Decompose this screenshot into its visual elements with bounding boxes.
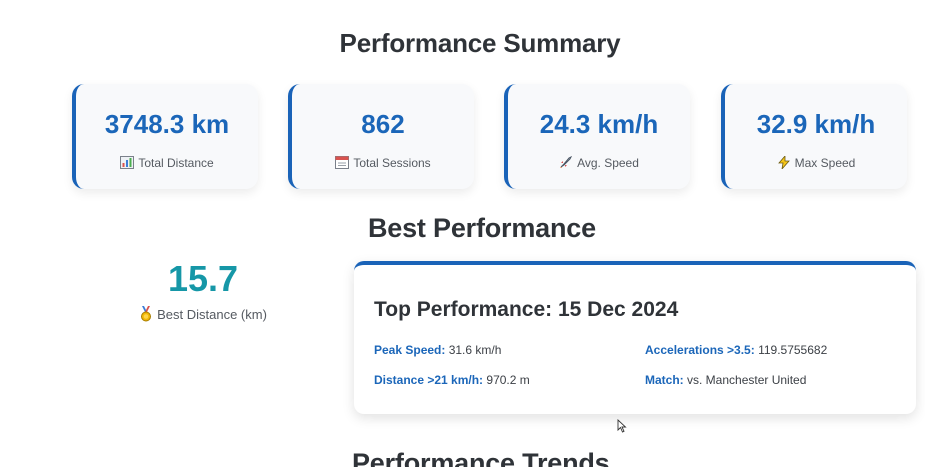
total-distance-label-row: Total Distance (76, 156, 258, 170)
metric-card-total-sessions: 862 Total Sessions (288, 84, 474, 189)
metric-card-avg-speed: 24.3 km/h Avg. Speed (504, 84, 690, 189)
total-distance-value: 3748.3 km (104, 109, 230, 139)
metric-card-total-distance: 3748.3 km Total Distance (72, 84, 258, 189)
accelerations-value: 119.5755682 (754, 343, 828, 357)
best-distance-metric: 15.7 Best Distance (km) (105, 258, 301, 322)
best-distance-label-row: Best Distance (km) (105, 306, 301, 322)
best-distance-value: 15.7 (167, 258, 239, 299)
accelerations-key: Accelerations >3.5: (645, 343, 755, 357)
total-sessions-value: 862 (361, 109, 405, 139)
high-speed-distance-value: 970.2 m (483, 373, 530, 387)
rocket-icon (559, 155, 573, 169)
match-stat: Match: vs. Manchester United (645, 373, 806, 387)
top-performance-card: Top Performance: 15 Dec 2024 Peak Speed:… (354, 261, 916, 414)
avg-speed-value: 24.3 km/h (539, 109, 659, 139)
max-speed-label: Max Speed (794, 156, 856, 170)
total-sessions-label-row: Total Sessions (292, 156, 474, 170)
peak-speed-key: Peak Speed: (374, 343, 446, 357)
best-distance-label: Best Distance (km) (157, 307, 267, 322)
high-speed-distance-key: Distance >21 km/h: (374, 373, 484, 387)
accelerations-stat: Accelerations >3.5: 119.5755682 (645, 343, 827, 357)
mouse-cursor-icon (617, 418, 627, 433)
max-speed-label-row: Max Speed (725, 154, 907, 171)
peak-speed-stat: Peak Speed: 31.6 km/h (374, 343, 501, 357)
peak-speed-value: 31.6 km/h (445, 343, 502, 357)
max-speed-value: 32.9 km/h (756, 109, 876, 139)
performance-trends-title: Performance Trends (352, 448, 610, 467)
metric-card-max-speed: 32.9 km/h Max Speed (721, 84, 907, 189)
performance-summary-title: Performance Summary (339, 28, 621, 58)
medal-icon (139, 306, 153, 322)
best-performance-title: Best Performance (368, 213, 596, 243)
total-sessions-label: Total Sessions (353, 156, 431, 170)
avg-speed-label: Avg. Speed (577, 156, 639, 170)
avg-speed-label-row: Avg. Speed (508, 155, 690, 170)
bar-chart-icon (120, 156, 135, 169)
lightning-icon (777, 154, 791, 171)
high-speed-distance-stat: Distance >21 km/h: 970.2 m (374, 373, 530, 387)
calendar-icon (335, 156, 350, 169)
total-distance-label: Total Distance (138, 156, 214, 170)
top-performance-heading: Top Performance: 15 Dec 2024 (374, 298, 679, 321)
match-key: Match: (645, 373, 684, 387)
match-value: vs. Manchester United (683, 373, 807, 387)
